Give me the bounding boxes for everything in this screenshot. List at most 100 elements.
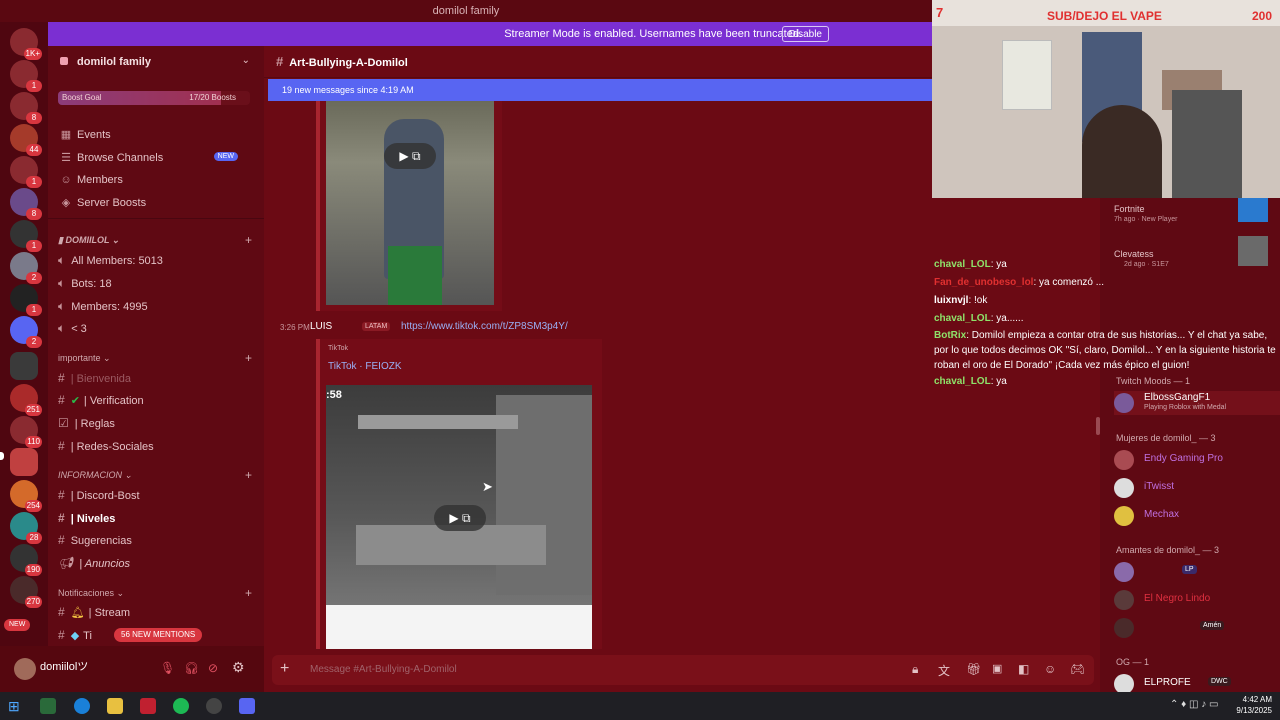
app-icon[interactable] bbox=[40, 698, 56, 714]
server-icon[interactable]: 8 bbox=[10, 188, 42, 220]
boost-icon: ◈ bbox=[61, 197, 71, 209]
server-icon[interactable]: 190 bbox=[10, 544, 42, 576]
message-author[interactable]: LUIS bbox=[310, 321, 332, 332]
emoji-icon[interactable]: ☺ bbox=[1044, 662, 1056, 676]
lock-icon[interactable]: 🔒︎ bbox=[912, 662, 918, 677]
channel-anuncios[interactable]: 📢︎ | Anuncios bbox=[58, 556, 130, 570]
channel-sugerencias[interactable]: # Sugerencias bbox=[58, 533, 132, 547]
windows-start-icon[interactable]: ⊞ bbox=[8, 698, 24, 714]
add-channel-icon[interactable]: + bbox=[245, 233, 252, 247]
channel-stream[interactable]: # 🔔︎ | Stream bbox=[58, 605, 130, 619]
server-icon[interactable]: 1 bbox=[10, 284, 42, 316]
translate-icon[interactable]: 文 bbox=[938, 662, 950, 679]
channel-reglas[interactable]: ☑ | Reglas bbox=[58, 416, 115, 430]
channel-niveles[interactable]: # | Niveles bbox=[58, 511, 115, 525]
spotify-icon[interactable] bbox=[173, 698, 189, 714]
member-name: El Negro Lindo bbox=[1144, 593, 1211, 604]
server-icon[interactable]: 28 bbox=[10, 512, 42, 544]
server-icon[interactable]: 1 bbox=[10, 220, 42, 252]
discord-server-icon[interactable]: 2 bbox=[10, 316, 42, 348]
new-servers-badge[interactable]: NEW bbox=[4, 619, 31, 631]
composer-box: + Message #Art-Bullying-A-Domilol 🔒︎ 文 🎁… bbox=[272, 655, 1094, 685]
channel-ti[interactable]: # ◆ Ti bbox=[58, 628, 92, 642]
camera-off-icon[interactable]: ⊘ bbox=[208, 661, 218, 675]
add-attachment-icon[interactable]: + bbox=[280, 660, 289, 678]
hash-icon: # bbox=[58, 605, 65, 619]
nav-server-boosts[interactable]: ◈ Server Boosts bbox=[60, 196, 146, 209]
message-link[interactable]: https://www.tiktok.com/t/ZP8SM3p4Y/ bbox=[401, 321, 568, 332]
app-icon[interactable] bbox=[140, 698, 156, 714]
speaker-icon: 🔈︎ bbox=[58, 299, 66, 313]
chat-user: luixnvjl bbox=[934, 295, 969, 306]
message-input[interactable]: Message #Art-Bullying-A-Domilol bbox=[310, 664, 457, 675]
new-messages-bar[interactable]: 19 new messages since 4:19 AM bbox=[268, 79, 932, 101]
activity-thumbnail[interactable] bbox=[1238, 198, 1268, 222]
category-informacion[interactable]: INFORMACION ⌄ bbox=[58, 470, 132, 481]
gif-icon[interactable]: ▣ bbox=[992, 662, 1002, 675]
edge-icon[interactable] bbox=[74, 698, 90, 714]
stat-channel[interactable]: 🔈︎ < 3 bbox=[58, 321, 87, 336]
video-thumbnail[interactable]: ▶ ⧉ bbox=[326, 101, 494, 305]
server-icon[interactable]: 251 bbox=[10, 384, 42, 416]
server-icon[interactable]: 8 bbox=[10, 92, 42, 124]
settings-gear-icon[interactable]: ⚙ bbox=[232, 659, 245, 676]
nav-browse-channels[interactable]: ☰ Browse Channels NEW bbox=[60, 151, 250, 164]
direct-messages-icon[interactable]: 1K+ bbox=[10, 28, 42, 60]
sticker-icon[interactable]: ◧ bbox=[1018, 662, 1029, 676]
user-panel: domiilolツ 🎙︎ 🎧︎ ⊘ ⚙ bbox=[0, 646, 264, 692]
embed-title[interactable]: TikTok · FEIOZK bbox=[328, 361, 402, 372]
server-icon[interactable]: 2 bbox=[10, 252, 42, 284]
server-icon[interactable]: 110 bbox=[10, 416, 42, 448]
obs-icon[interactable] bbox=[206, 698, 222, 714]
add-channel-icon[interactable]: + bbox=[245, 468, 252, 482]
stat-channel[interactable]: 🔈︎ Members: 4995 bbox=[58, 299, 148, 314]
gift-icon[interactable]: 🎁︎ bbox=[966, 662, 981, 676]
file-explorer-icon[interactable] bbox=[107, 698, 123, 714]
server-icon[interactable] bbox=[10, 448, 38, 476]
nav-events[interactable]: ▦ Events bbox=[60, 128, 111, 141]
server-icon[interactable]: 1 bbox=[10, 60, 42, 92]
server-icon[interactable] bbox=[10, 352, 38, 380]
system-tray-icons[interactable]: ⌃ ♦ ◫ ♪ ▭ bbox=[1170, 699, 1219, 710]
server-icon[interactable]: 270 bbox=[10, 576, 42, 608]
server-icon[interactable]: 44 bbox=[10, 124, 42, 156]
apps-icon[interactable]: 🎮︎ bbox=[1070, 662, 1085, 676]
nav-members[interactable]: ☺ Members bbox=[60, 174, 122, 186]
members-icon: ☺ bbox=[60, 174, 72, 186]
video-thumbnail[interactable]: :58 ▶ ⧉ bbox=[326, 385, 592, 649]
add-channel-icon[interactable]: + bbox=[245, 351, 252, 365]
discord-icon[interactable] bbox=[239, 698, 255, 714]
chat-user: chaval_LOL bbox=[934, 259, 991, 270]
category-importante[interactable]: importante ⌄ bbox=[58, 353, 111, 364]
clock-date[interactable]: 9/13/2025 bbox=[1230, 706, 1272, 715]
server-name[interactable]: domilol family bbox=[77, 56, 151, 68]
play-video-button[interactable]: ▶ ⧉ bbox=[434, 505, 486, 531]
boost-goal-bar[interactable]: Boost Goal 17/20 Boosts bbox=[58, 91, 250, 105]
disable-streamer-mode-button[interactable]: Disable bbox=[781, 26, 829, 42]
channel-bienvenida[interactable]: # | Bienvenida bbox=[58, 371, 131, 385]
play-video-button[interactable]: ▶ ⧉ bbox=[384, 143, 436, 169]
channel-discord-bost[interactable]: # | Discord-Bost bbox=[58, 488, 140, 502]
chevron-down-icon[interactable]: ⌄ bbox=[242, 55, 250, 66]
stat-channel[interactable]: 🔈︎ All Members: 5013 bbox=[58, 253, 163, 268]
pergola-roof bbox=[358, 415, 518, 429]
category-stats[interactable]: ▮ DOMIILOL ⌄ bbox=[58, 235, 119, 246]
category-notificaciones[interactable]: Notificaciones ⌄ bbox=[58, 588, 124, 599]
floor bbox=[326, 605, 592, 649]
username[interactable]: domiilolツ bbox=[40, 658, 88, 674]
chat-line: BotRix: Domilol empieza a contar otra de… bbox=[934, 330, 1276, 371]
new-mentions-pill[interactable]: 56 NEW MENTIONS bbox=[114, 628, 203, 642]
add-channel-icon[interactable]: + bbox=[245, 586, 252, 600]
server-icon[interactable]: 254 bbox=[10, 480, 42, 512]
stat-channel[interactable]: 🔈︎ Bots: 18 bbox=[58, 276, 112, 291]
hash-icon: # bbox=[58, 393, 65, 407]
channel-verification[interactable]: # ✔ | Verification bbox=[58, 393, 144, 407]
clock-time[interactable]: 4:42 AM bbox=[1236, 695, 1272, 704]
deafen-icon[interactable]: 🎧︎ bbox=[184, 661, 199, 675]
member-category: Amantes de domilol_ — 3 bbox=[1116, 545, 1220, 555]
server-icon[interactable]: 1 bbox=[10, 156, 42, 188]
member-row[interactable]: ElbossGangF1 Playing Roblox with Medal bbox=[1114, 391, 1280, 415]
channel-redes-sociales[interactable]: # | Redes-Sociales bbox=[58, 439, 154, 453]
mute-icon[interactable]: 🎙︎ bbox=[160, 661, 175, 675]
avatar[interactable] bbox=[14, 658, 36, 680]
